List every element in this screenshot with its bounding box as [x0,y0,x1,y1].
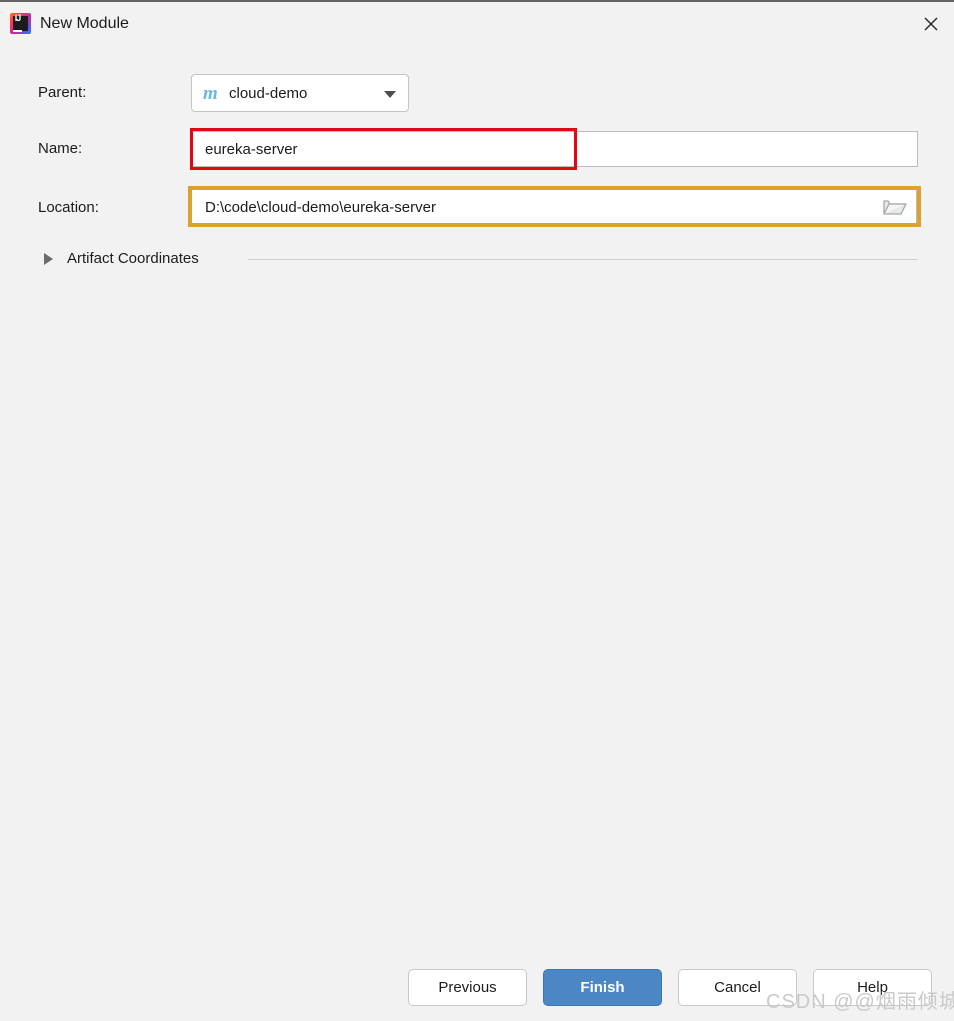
artifact-coordinates-label: Artifact Coordinates [67,250,199,267]
section-divider [248,259,918,260]
parent-label: Parent: [38,84,87,101]
location-input[interactable]: D:\code\cloud-demo\eureka-server [191,189,917,224]
intellij-idea-icon: IJ [10,13,31,34]
new-module-dialog: IJ New Module Parent: m cloud-demo Name:… [0,0,954,1021]
dialog-titlebar: IJ New Module [0,2,954,46]
help-button[interactable]: Help [813,969,932,1006]
maven-module-icon: m [203,83,218,104]
chevron-down-icon [384,91,396,98]
parent-module-dropdown[interactable]: m cloud-demo [191,74,409,112]
parent-module-value: cloud-demo [229,85,308,102]
cancel-button[interactable]: Cancel [678,969,797,1006]
triangle-right-icon [44,253,53,265]
folder-open-icon[interactable] [882,196,908,218]
close-button[interactable] [908,2,954,46]
name-input-value: eureka-server [205,141,298,158]
location-input-value: D:\code\cloud-demo\eureka-server [205,199,436,216]
dialog-title: New Module [40,15,129,32]
location-label: Location: [38,199,99,216]
finish-button[interactable]: Finish [543,969,662,1006]
previous-button[interactable]: Previous [408,969,527,1006]
name-input[interactable]: eureka-server [191,131,918,167]
artifact-coordinates-section[interactable]: Artifact Coordinates [38,248,918,272]
name-label: Name: [38,140,83,157]
